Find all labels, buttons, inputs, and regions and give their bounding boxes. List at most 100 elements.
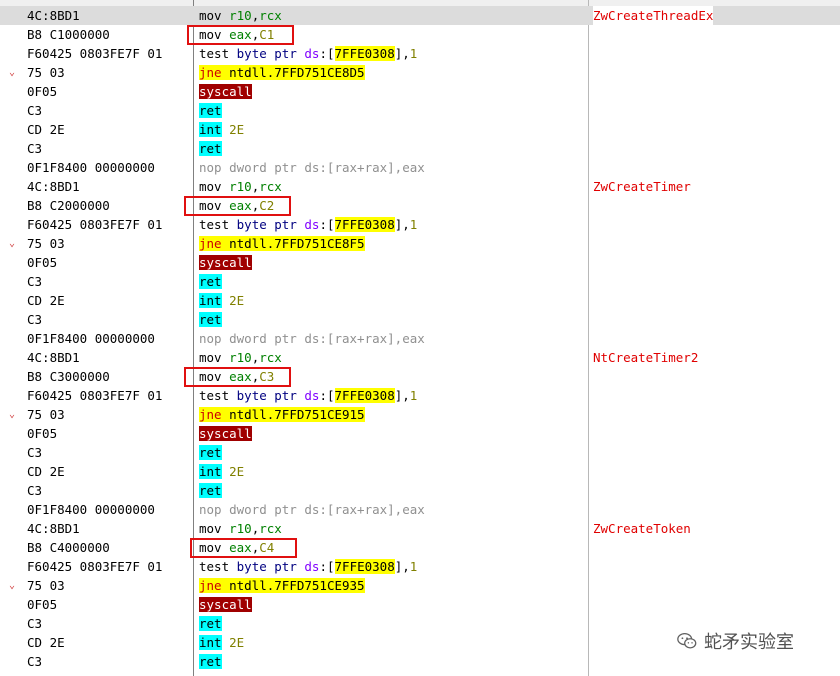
instruction-row[interactable]: 0F05 syscall <box>0 82 840 101</box>
instruction-text: ret <box>199 443 222 462</box>
instruction-row[interactable]: F60425 0803FE7F 01 test byte ptr ds:[7FFE… <box>0 557 840 576</box>
syscall-label: ZwCreateTimer <box>593 179 691 194</box>
opcode-bytes: 75 03 <box>27 407 65 422</box>
instruction-row[interactable]: ⌄ 75 03 jne ntdll.7FFD751CE915 <box>0 405 840 424</box>
instruction-row[interactable]: ⌄ 75 03 jne ntdll.7FFD751CE8D5 <box>0 63 840 82</box>
ptr-keyword: ptr <box>274 217 297 232</box>
instruction-row[interactable]: C3 ret <box>0 101 840 120</box>
opcode-bytes: C3 <box>27 103 43 118</box>
instruction-row[interactable]: 4C:8BD1 mov r10,rcx ZwCreateTimer <box>0 177 840 196</box>
mnemonic: int <box>199 122 222 137</box>
register-operand: r10 <box>229 350 252 365</box>
instruction-text: ret <box>199 272 222 291</box>
instruction-text: int 2E <box>199 633 244 652</box>
opcode-bytes: F60425 0803FE7F 01 <box>27 217 163 232</box>
instruction-text: mov r10,rcx <box>199 521 282 536</box>
instruction-text: jne ntdll.7FFD751CE935 <box>199 576 365 595</box>
jump-instruction[interactable]: jne ntdll.7FFD751CE915 <box>199 407 365 422</box>
instruction-row[interactable]: CD 2E int 2E <box>0 120 840 139</box>
instruction-row[interactable]: C3 ret <box>0 272 840 291</box>
instruction-text: ret <box>199 139 222 158</box>
immediate-operand: 1 <box>409 46 418 61</box>
interrupt-number: 2E <box>229 635 245 650</box>
instruction-row[interactable]: F60425 0803FE7F 01 test byte ptr ds:[7FFE… <box>0 386 840 405</box>
instruction-row[interactable]: B8 C2000000 mov eax,C2 <box>0 196 840 215</box>
instruction-row[interactable]: ⌄ 75 03 jne ntdll.7FFD751CE935 <box>0 576 840 595</box>
branch-arrow-icon: ⌄ <box>9 238 16 249</box>
ptr-keyword: ptr <box>274 46 297 61</box>
interrupt-number: 2E <box>229 293 245 308</box>
instruction-row[interactable]: 0F05 syscall <box>0 253 840 272</box>
interrupt-number: 2E <box>229 464 245 479</box>
instruction-text: test byte ptr ds:[7FFE0308],1 <box>199 559 418 574</box>
instruction-row[interactable]: C3 ret <box>0 310 840 329</box>
opcode-bytes: 0F1F8400 00000000 <box>27 331 155 346</box>
jump-target[interactable]: ntdll.7FFD751CE915 <box>229 407 364 422</box>
segment-register: ds <box>304 388 320 403</box>
instruction-row[interactable]: 0F1F8400 00000000 nop dword ptr ds:[rax+r… <box>0 329 840 348</box>
branch-arrow-icon: ⌄ <box>9 67 16 78</box>
jump-instruction[interactable]: jne ntdll.7FFD751CE8F5 <box>199 236 365 251</box>
instruction-row[interactable]: CD 2E int 2E <box>0 291 840 310</box>
instruction-text: syscall <box>199 82 252 101</box>
opcode-bytes: 4C:8BD1 <box>27 8 80 23</box>
syscall-label: NtCreateTimer2 <box>593 350 699 365</box>
instruction-row[interactable]: C3 ret <box>0 652 840 671</box>
jump-target[interactable]: ntdll.7FFD751CE8D5 <box>229 65 364 80</box>
instruction-row[interactable]: C3 ret <box>0 481 840 500</box>
instruction-row[interactable]: CD 2E int 2E <box>0 462 840 481</box>
instruction-text: mov r10,rcx <box>199 8 282 23</box>
instruction-text: test byte ptr ds:[7FFE0308],1 <box>199 46 418 61</box>
instruction-row[interactable]: 4C:8BD1 mov r10,rcx ZwCreateToken <box>0 519 840 538</box>
instruction-row[interactable]: 4C:8BD1 mov r10,rcx ZwCreateThreadEx <box>0 6 840 25</box>
instruction-row[interactable]: 0F05 syscall <box>0 595 840 614</box>
mnemonic: test <box>199 388 230 403</box>
opcode-bytes: F60425 0803FE7F 01 <box>27 559 163 574</box>
memory-address: 7FFE0308 <box>334 388 395 403</box>
instruction-row[interactable]: ⌄ 75 03 jne ntdll.7FFD751CE8F5 <box>0 234 840 253</box>
instruction-text: ret <box>199 614 222 633</box>
jump-instruction[interactable]: jne ntdll.7FFD751CE935 <box>199 578 365 593</box>
opcode-bytes: C3 <box>27 141 43 156</box>
syscall-instruction: syscall <box>199 597 252 612</box>
interrupt-number: 2E <box>229 122 245 137</box>
opcode-bytes: 0F05 <box>27 597 58 612</box>
opcode-bytes: 4C:8BD1 <box>27 179 80 194</box>
mnemonic: mov <box>199 521 222 536</box>
syscall-number-highlight <box>184 196 291 216</box>
instruction-row[interactable]: B8 C3000000 mov eax,C3 <box>0 367 840 386</box>
jump-instruction[interactable]: jne ntdll.7FFD751CE8D5 <box>199 65 365 80</box>
opcode-bytes: B8 C4000000 <box>27 540 110 555</box>
opcode-bytes: 0F1F8400 00000000 <box>27 160 155 175</box>
instruction-text: ret <box>199 310 222 329</box>
syscall-instruction: syscall <box>199 255 252 270</box>
instruction-row[interactable]: 0F1F8400 00000000 nop dword ptr ds:[rax+r… <box>0 158 840 177</box>
instruction-row[interactable]: F60425 0803FE7F 01 test byte ptr ds:[7FFE… <box>0 215 840 234</box>
instruction-row[interactable]: B8 C1000000 mov eax,C1 <box>0 25 840 44</box>
instruction-text: syscall <box>199 253 252 272</box>
instruction-row[interactable]: B8 C4000000 mov eax,C4 <box>0 538 840 557</box>
instruction-row[interactable]: 0F1F8400 00000000 nop dword ptr ds:[rax+r… <box>0 500 840 519</box>
instruction-row[interactable]: C3 ret <box>0 139 840 158</box>
jump-target[interactable]: ntdll.7FFD751CE935 <box>229 578 364 593</box>
syscall-label: ZwCreateToken <box>593 521 691 536</box>
opcode-bytes: F60425 0803FE7F 01 <box>27 388 163 403</box>
ret-instruction: ret <box>199 103 222 118</box>
instruction-text: syscall <box>199 595 252 614</box>
instruction-row[interactable]: 4C:8BD1 mov r10,rcx NtCreateTimer2 <box>0 348 840 367</box>
opcode-bytes: C3 <box>27 312 43 327</box>
instruction-row[interactable]: 0F05 syscall <box>0 424 840 443</box>
instruction-text: nop dword ptr ds:[rax+rax],eax <box>199 500 425 519</box>
instruction-text: ret <box>199 481 222 500</box>
instruction-row[interactable]: C3 ret <box>0 443 840 462</box>
opcode-bytes: F60425 0803FE7F 01 <box>27 46 163 61</box>
opcode-bytes: 0F1F8400 00000000 <box>27 502 155 517</box>
mnemonic: int <box>199 293 222 308</box>
ret-instruction: ret <box>199 483 222 498</box>
instruction-text: mov r10,rcx <box>199 350 282 365</box>
mnemonic: mov <box>199 179 222 194</box>
instruction-row[interactable]: F60425 0803FE7F 01 test byte ptr ds:[7FFE… <box>0 44 840 63</box>
jump-target[interactable]: ntdll.7FFD751CE8F5 <box>229 236 364 251</box>
opcode-bytes: 4C:8BD1 <box>27 521 80 536</box>
opcode-bytes: C3 <box>27 483 43 498</box>
